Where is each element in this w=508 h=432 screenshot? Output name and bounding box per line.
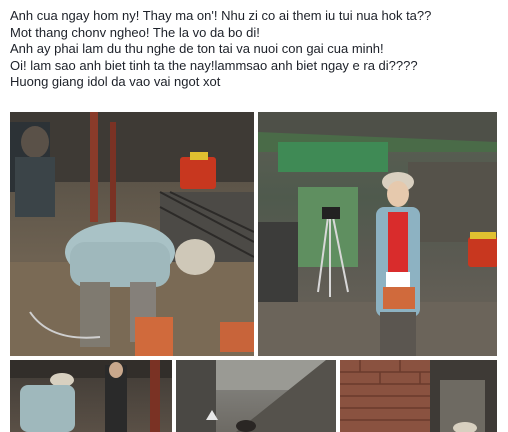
post-photo-2[interactable] xyxy=(258,112,497,356)
photo-2-scene xyxy=(258,112,497,356)
photo-4-scene xyxy=(176,360,336,432)
post-photo-3[interactable] xyxy=(10,360,172,432)
post-photo-5[interactable] xyxy=(340,360,497,432)
photo-3-scene xyxy=(10,360,172,432)
post-line-2: Mot thang chonv ngheo! The la vo da bo d… xyxy=(10,24,260,40)
post-message: Anh cua ngay hom ny! Thay ma on'! Nhu zi… xyxy=(10,8,502,91)
photo-5-scene xyxy=(340,360,497,432)
post-line-4: Oi! lam sao anh biet tinh ta the nay!lam… xyxy=(10,57,418,73)
photo-1-scene xyxy=(10,112,254,356)
post-line-3: Anh ay phai lam du thu nghe de ton tai v… xyxy=(10,41,384,56)
post-line-1: Anh cua ngay hom ny! Thay ma on'! Nhu zi… xyxy=(10,8,432,23)
post-photo-4[interactable] xyxy=(176,360,336,432)
post-line-5: Huong giang idol da vao vai ngot xot xyxy=(10,74,221,89)
post-photo-1[interactable] xyxy=(10,112,254,356)
